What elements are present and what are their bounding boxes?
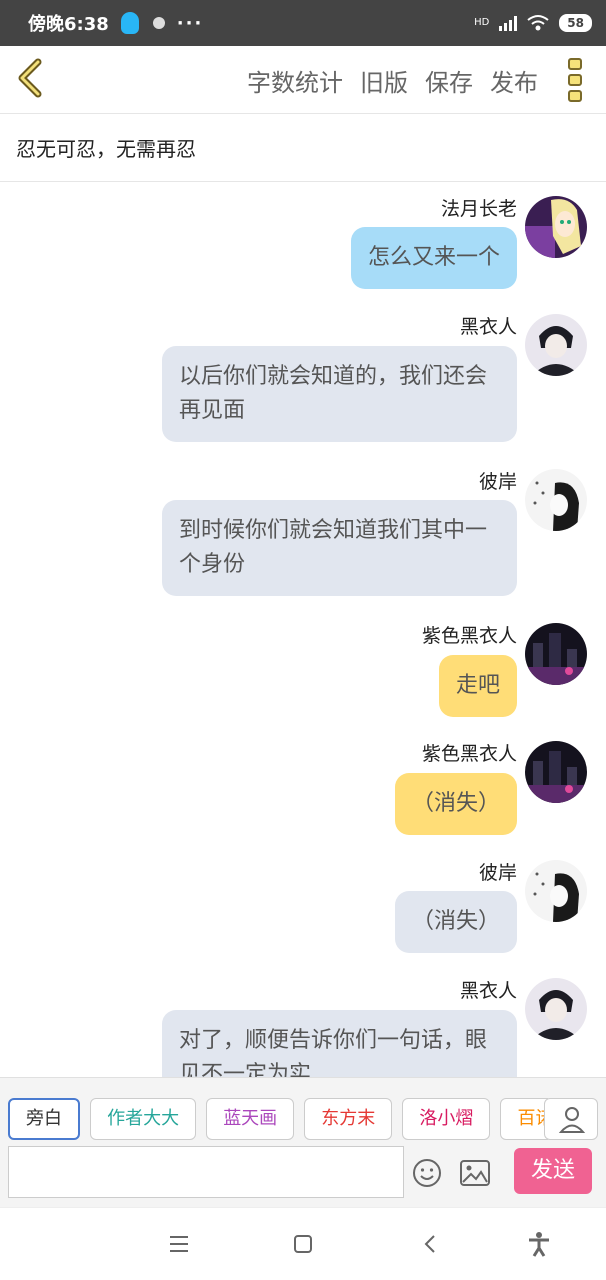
blonde-girl-avatar[interactable] bbox=[525, 196, 587, 258]
word-count-button[interactable]: 字数统计 bbox=[247, 63, 343, 98]
manage-roles-button[interactable] bbox=[544, 1098, 598, 1140]
purple-city-avatar[interactable] bbox=[525, 741, 587, 803]
speaker-name: 黑衣人 bbox=[459, 980, 517, 1002]
wifi-icon bbox=[527, 15, 549, 31]
chat-area[interactable]: 法月长老 怎么又来一个 黑衣人 以后你们就会知道的，我们还会再见面 彼岸 到时候… bbox=[0, 182, 606, 1077]
speaker-name: 彼岸 bbox=[478, 471, 517, 493]
speaker-name: 紫色黑衣人 bbox=[421, 743, 517, 765]
network-label: HD bbox=[474, 17, 490, 28]
dark-boy-avatar[interactable] bbox=[525, 314, 587, 376]
more-notifications-icon: ··· bbox=[176, 12, 204, 34]
message-bubble[interactable]: 以后你们就会知道的，我们还会再见面 bbox=[162, 346, 517, 442]
role-chip[interactable]: 作者大大 bbox=[90, 1098, 197, 1140]
signal-icon bbox=[499, 15, 518, 31]
editor-toolbar: 字数统计 旧版 保存 发布 bbox=[0, 46, 606, 114]
emoji-icon[interactable] bbox=[412, 1158, 442, 1188]
message-input[interactable] bbox=[8, 1146, 404, 1198]
dark-boy-avatar[interactable] bbox=[525, 978, 587, 1040]
save-button[interactable]: 保存 bbox=[425, 63, 473, 98]
chevron-left-icon[interactable] bbox=[14, 58, 46, 98]
speaker-name: 法月长老 bbox=[440, 198, 517, 220]
image-icon[interactable] bbox=[460, 1160, 490, 1186]
role-chip[interactable]: 旁白 bbox=[8, 1098, 80, 1140]
old-version-button[interactable]: 旧版 bbox=[360, 63, 408, 98]
system-nav-bar bbox=[0, 1207, 606, 1280]
role-chip[interactable]: 百诺 bbox=[500, 1098, 548, 1140]
publish-button[interactable]: 发布 bbox=[490, 63, 538, 98]
speaker-name: 黑衣人 bbox=[459, 316, 517, 338]
speaker-name: 紫色黑衣人 bbox=[421, 625, 517, 647]
user-icon bbox=[558, 1107, 586, 1133]
home-icon[interactable] bbox=[289, 1230, 317, 1258]
message-bubble[interactable]: 怎么又来一个 bbox=[350, 227, 517, 289]
menu-icon[interactable] bbox=[165, 1230, 193, 1258]
back-icon[interactable] bbox=[417, 1230, 445, 1258]
message-bubble[interactable]: 走吧 bbox=[438, 655, 517, 717]
girl-sketch-avatar[interactable] bbox=[525, 860, 587, 922]
message-bubble[interactable]: 对了，顺便告诉你们一句话，眼见不一定为实 bbox=[162, 1010, 517, 1077]
vertical-dots-icon[interactable] bbox=[568, 58, 584, 102]
accessibility-icon[interactable] bbox=[525, 1230, 553, 1258]
status-bar: 傍晚6:38 ··· HD 58 bbox=[0, 0, 606, 46]
message-bubble[interactable]: （消失） bbox=[394, 891, 517, 953]
role-chip[interactable]: 洛小熠 bbox=[402, 1098, 491, 1140]
role-selector[interactable]: 旁白 作者大大 蓝天画 东方末 洛小熠 百诺 bbox=[8, 1098, 548, 1142]
speaker-name: 彼岸 bbox=[478, 862, 517, 884]
message-bubble[interactable]: （消失） bbox=[394, 773, 517, 835]
qq-icon bbox=[120, 12, 139, 34]
chapter-title[interactable]: 忍无可忍，无需再忍 bbox=[0, 114, 606, 182]
compose-panel: 旁白 作者大大 蓝天画 东方末 洛小熠 百诺 发送 bbox=[0, 1077, 606, 1207]
girl-sketch-avatar[interactable] bbox=[525, 469, 587, 531]
role-chip[interactable]: 蓝天画 bbox=[206, 1098, 295, 1140]
notification-icon bbox=[152, 17, 165, 29]
status-time: 傍晚6:38 bbox=[28, 14, 109, 35]
battery-indicator: 58 bbox=[559, 14, 592, 32]
purple-city-avatar[interactable] bbox=[525, 623, 587, 685]
role-chip[interactable]: 东方末 bbox=[304, 1098, 393, 1140]
message-bubble[interactable]: 到时候你们就会知道我们其中一个身份 bbox=[162, 500, 517, 596]
send-button[interactable]: 发送 bbox=[514, 1148, 592, 1194]
